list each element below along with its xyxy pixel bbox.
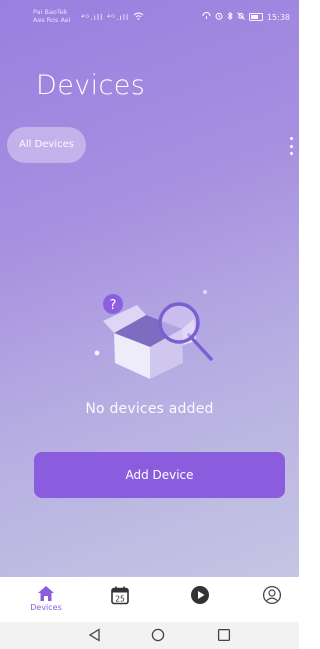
signal-indicators: ⁴ᴳ.ıll ⁴ᴳ.ıll bbox=[81, 12, 144, 22]
home-circle-icon[interactable] bbox=[151, 628, 165, 642]
status-time: 15:38 bbox=[266, 12, 290, 22]
carrier-info: Pai BaoTek Aes Ros Aei bbox=[33, 8, 71, 24]
all-devices-filter[interactable]: All Devices bbox=[7, 127, 86, 163]
tab-profile[interactable] bbox=[260, 577, 284, 622]
empty-state-message: No devices added bbox=[85, 401, 214, 417]
play-icon bbox=[191, 586, 209, 604]
empty-box-icon: ? bbox=[94, 289, 213, 379]
system-nav-bar bbox=[0, 622, 299, 649]
battery-icon bbox=[248, 13, 263, 21]
nfc-icon bbox=[202, 12, 211, 22]
tab-play[interactable] bbox=[188, 577, 212, 622]
mute-icon bbox=[237, 12, 245, 22]
tab-calendar[interactable]: 25 bbox=[108, 577, 132, 622]
home-icon bbox=[38, 586, 54, 601]
tab-devices[interactable]: Devices bbox=[26, 577, 66, 622]
devices-screen: Pai BaoTek Aes Ros Aei ⁴ᴳ.ıll ⁴ᴳ.ıll 15: bbox=[0, 0, 299, 577]
status-right: 15:38 bbox=[202, 11, 290, 22]
recents-square-icon[interactable] bbox=[217, 628, 231, 642]
status-bar: Pai BaoTek Aes Ros Aei ⁴ᴳ.ıll ⁴ᴳ.ıll 15: bbox=[0, 8, 299, 30]
more-vertical-icon[interactable] bbox=[288, 137, 294, 155]
profile-icon bbox=[262, 585, 282, 605]
bottom-tab-bar: Devices 25 bbox=[0, 577, 299, 622]
carrier-line2: Aes Ros Aei bbox=[33, 16, 71, 24]
back-triangle-icon[interactable] bbox=[88, 628, 102, 642]
calendar-icon: 25 bbox=[111, 586, 129, 605]
carrier-line1: Pai BaoTek bbox=[33, 8, 68, 16]
calendar-day: 25 bbox=[115, 594, 125, 603]
signal-text: ⁴ᴳ.ıll ⁴ᴳ.ıll bbox=[81, 13, 130, 22]
alarm-icon bbox=[215, 12, 223, 22]
wifi-icon bbox=[133, 12, 144, 22]
svg-text:?: ? bbox=[110, 298, 117, 313]
bluetooth-icon bbox=[227, 11, 233, 22]
add-device-button[interactable]: Add Device bbox=[34, 452, 285, 498]
tab-devices-label: Devices bbox=[30, 603, 62, 612]
page-title: Devices bbox=[36, 70, 146, 101]
